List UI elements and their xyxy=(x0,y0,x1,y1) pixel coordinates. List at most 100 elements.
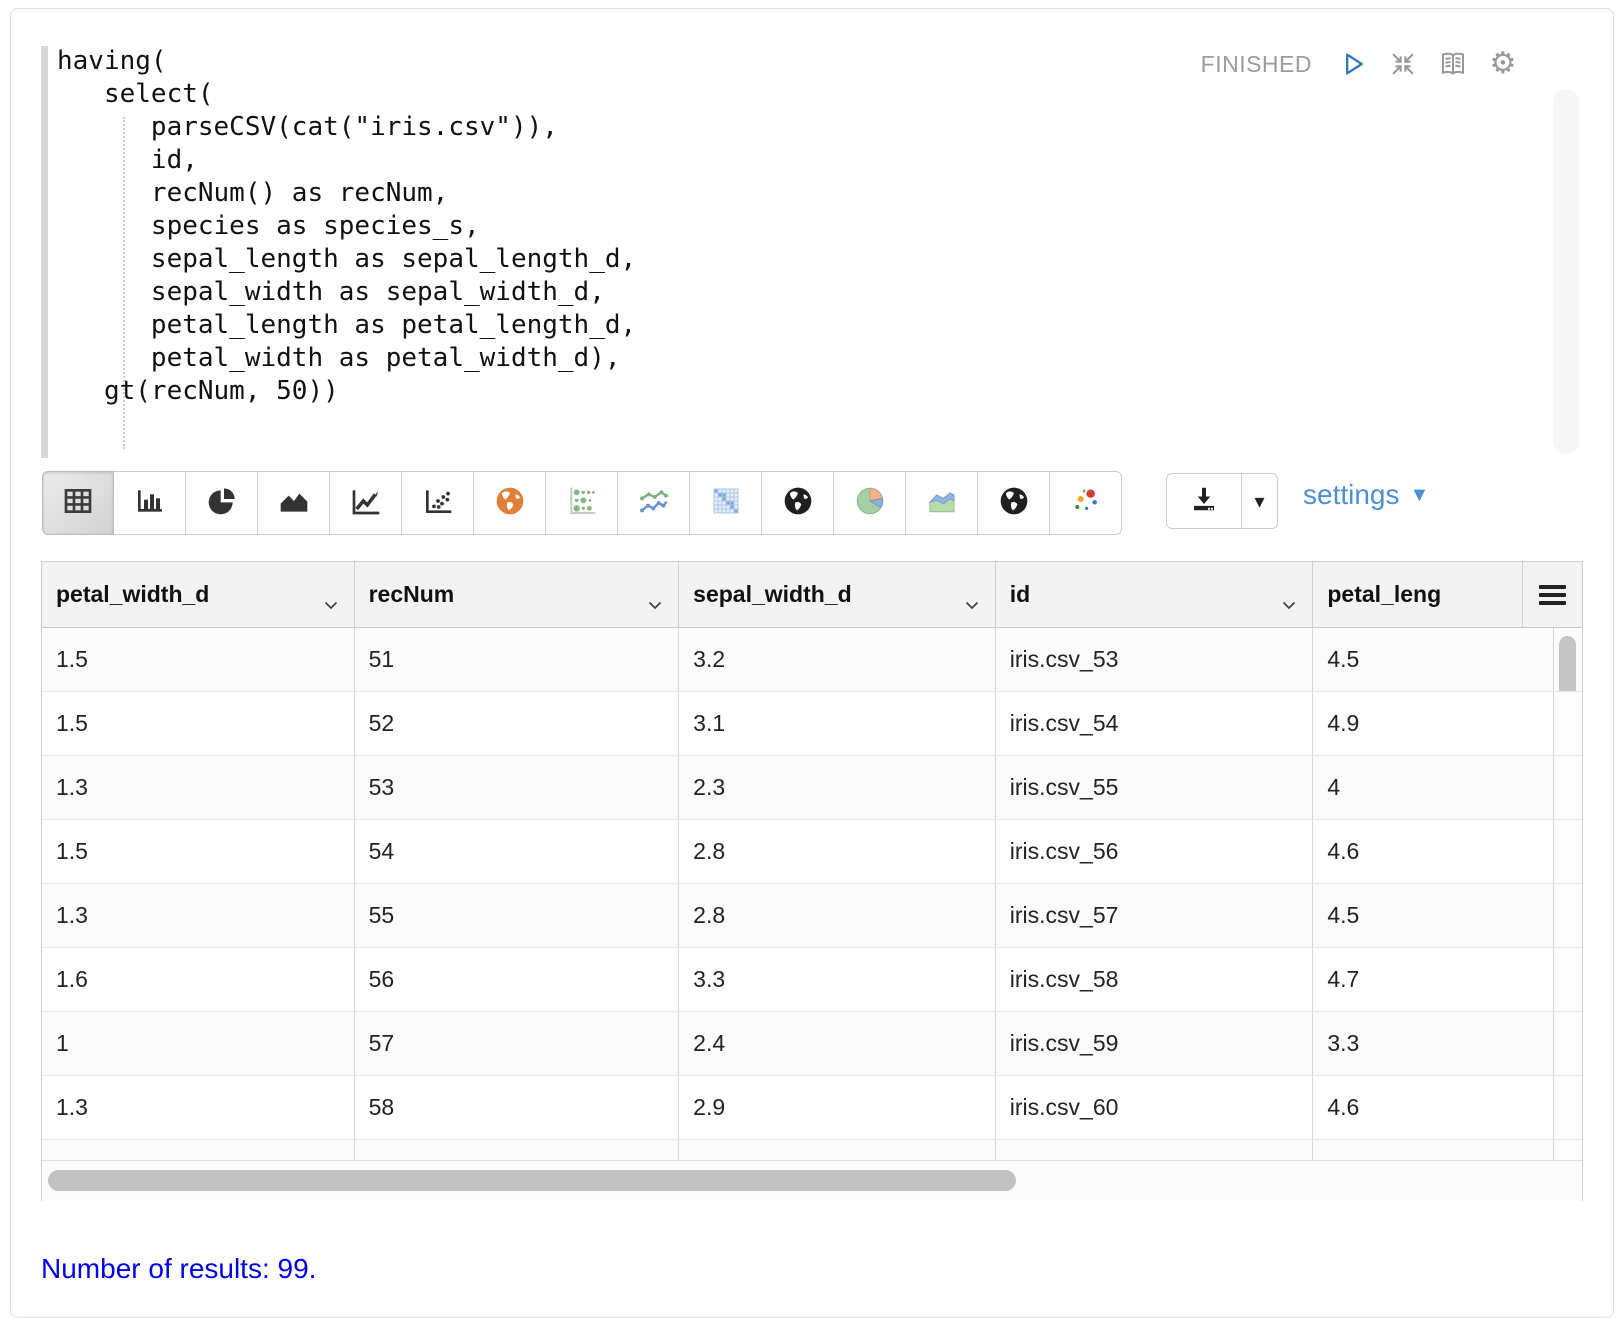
globe-chart-button[interactable] xyxy=(762,471,834,535)
code-text[interactable]: having( select( parseCSV(cat("iris.csv")… xyxy=(57,45,636,408)
cell-petal-width: 1.3 xyxy=(42,884,355,947)
table-row: 1.3 58 2.9 iris.csv_60 4.6 xyxy=(42,1076,1582,1140)
cell-sepal-width: 3.3 xyxy=(679,948,996,1011)
colorful-scatter-icon xyxy=(1070,485,1102,522)
map-chart-button[interactable] xyxy=(474,471,546,535)
cell-petal-width: 1 xyxy=(42,1012,355,1075)
colored-pie-icon xyxy=(854,485,886,522)
black-globe-icon-2 xyxy=(998,485,1030,522)
vertical-scrollbar-track[interactable] xyxy=(1554,1012,1582,1075)
vertical-scrollbar-track[interactable] xyxy=(1554,756,1582,819)
vertical-scrollbar-track[interactable] xyxy=(1554,692,1582,755)
pie-colored-chart-button[interactable] xyxy=(834,471,906,535)
book-icon[interactable] xyxy=(1438,49,1468,79)
cell-petal-length: 4.9 xyxy=(1313,692,1554,755)
cell-sepal-width xyxy=(679,1140,996,1160)
table-chart-button[interactable] xyxy=(42,471,114,535)
scatter-chart-button[interactable] xyxy=(402,471,474,535)
area-colored-chart-button[interactable] xyxy=(906,471,978,535)
cell-petal-width: 1.5 xyxy=(42,820,355,883)
table-row: 1.5 52 3.1 iris.csv_54 4.9 xyxy=(42,692,1582,756)
area-chart-button[interactable] xyxy=(258,471,330,535)
cell-petal-length: 4 xyxy=(1313,756,1554,819)
cell-recnum: 58 xyxy=(355,1076,680,1139)
results-count-text: Number of results: 99. xyxy=(41,1253,316,1285)
cell-recnum xyxy=(355,1140,680,1160)
column-header-petal-width-d[interactable]: petal_width_d xyxy=(42,562,355,627)
column-header-label: id xyxy=(1010,581,1030,608)
globe2-chart-button[interactable] xyxy=(978,471,1050,535)
vertical-scrollbar-track[interactable] xyxy=(1554,884,1582,947)
chart-type-toolbar xyxy=(42,471,1122,535)
vertical-scrollbar-track[interactable] xyxy=(1554,820,1582,883)
vertical-scrollbar-track[interactable] xyxy=(1554,1140,1582,1160)
cell-petal-width: 1.3 xyxy=(42,1076,355,1139)
chevron-down-icon[interactable] xyxy=(965,589,979,616)
vertical-scrollbar-thumb[interactable] xyxy=(1559,636,1576,691)
download-icon xyxy=(1189,484,1219,519)
colored-area-icon xyxy=(926,485,958,522)
cell-recnum: 53 xyxy=(355,756,680,819)
cell-petal-length: 4.6 xyxy=(1313,1076,1554,1139)
bubble-chart-icon xyxy=(566,485,598,522)
collapse-icon[interactable] xyxy=(1388,49,1418,79)
chevron-down-icon[interactable] xyxy=(1282,589,1296,616)
pie-chart-button[interactable] xyxy=(186,471,258,535)
cell-petal-width: 1.5 xyxy=(42,628,355,691)
cell-sepal-width: 2.4 xyxy=(679,1012,996,1075)
multi-line-chart-button[interactable] xyxy=(618,471,690,535)
cell-recnum: 51 xyxy=(355,628,680,691)
status-badge: FINISHED xyxy=(1201,51,1312,78)
pie-chart-icon xyxy=(206,485,238,522)
vertical-scrollbar-track[interactable] xyxy=(1554,1076,1582,1139)
cell-sepal-width: 2.9 xyxy=(679,1076,996,1139)
bubble-chart-button[interactable] xyxy=(546,471,618,535)
chevron-down-icon[interactable] xyxy=(648,589,662,616)
cell-recnum: 57 xyxy=(355,1012,680,1075)
hamburger-menu-icon[interactable] xyxy=(1539,585,1566,605)
gear-icon[interactable]: ⚙ xyxy=(1488,49,1518,79)
download-caret-button[interactable]: ▾ xyxy=(1242,473,1278,529)
column-header-id[interactable]: id xyxy=(996,562,1314,627)
table-icon xyxy=(62,485,94,522)
chevron-down-icon[interactable] xyxy=(324,589,338,616)
code-editor[interactable]: having( select( parseCSV(cat("iris.csv")… xyxy=(11,9,1613,461)
vertical-scrollbar-track[interactable] xyxy=(1554,628,1582,691)
cell-id: iris.csv_57 xyxy=(996,884,1314,947)
table-row: 1.5 54 2.8 iris.csv_56 4.6 xyxy=(42,820,1582,884)
horizontal-scrollbar-track[interactable] xyxy=(42,1160,1582,1201)
cell-petal-length: 4.7 xyxy=(1313,948,1554,1011)
cell-sepal-width: 3.2 xyxy=(679,628,996,691)
cell-petal-length: 3.3 xyxy=(1313,1012,1554,1075)
scatter-chart-icon xyxy=(422,485,454,522)
download-button[interactable] xyxy=(1166,473,1242,529)
cell-recnum: 55 xyxy=(355,884,680,947)
cell-petal-length: 4.6 xyxy=(1313,820,1554,883)
bar-chart-icon xyxy=(134,485,166,522)
paragraph-controls: FINISHED ⚙ xyxy=(1201,49,1518,79)
table-row: 1.3 55 2.8 iris.csv_57 4.5 xyxy=(42,884,1582,948)
cell-id: iris.csv_53 xyxy=(996,628,1314,691)
run-play-icon[interactable] xyxy=(1338,49,1368,79)
editor-scrollbar[interactable] xyxy=(1553,89,1579,454)
settings-link[interactable]: settings ▼ xyxy=(1303,479,1429,511)
cell-petal-length: 4.5 xyxy=(1313,884,1554,947)
cell-recnum: 56 xyxy=(355,948,680,1011)
cell-sepal-width: 2.8 xyxy=(679,820,996,883)
column-header-recnum[interactable]: recNum xyxy=(355,562,680,627)
cell-petal-length: 4.5 xyxy=(1313,628,1554,691)
horizontal-scrollbar-thumb[interactable] xyxy=(48,1170,1016,1191)
orange-globe-icon xyxy=(494,485,526,522)
column-header-label: petal_width_d xyxy=(56,581,209,608)
cell-petal-width xyxy=(42,1140,355,1160)
table-body: 1.5 51 3.2 iris.csv_53 4.5 1.5 52 3.1 ir… xyxy=(42,628,1582,1160)
heatmap-chart-button[interactable] xyxy=(690,471,762,535)
line-chart-button[interactable] xyxy=(330,471,402,535)
column-header-sepal-width-d[interactable]: sepal_width_d xyxy=(679,562,996,627)
column-header-petal-length-d[interactable]: petal_leng xyxy=(1313,562,1523,627)
black-globe-icon xyxy=(782,485,814,522)
google-scatter-chart-button[interactable] xyxy=(1050,471,1122,535)
bar-chart-button[interactable] xyxy=(114,471,186,535)
line-chart-icon xyxy=(350,485,382,522)
vertical-scrollbar-track[interactable] xyxy=(1554,948,1582,1011)
